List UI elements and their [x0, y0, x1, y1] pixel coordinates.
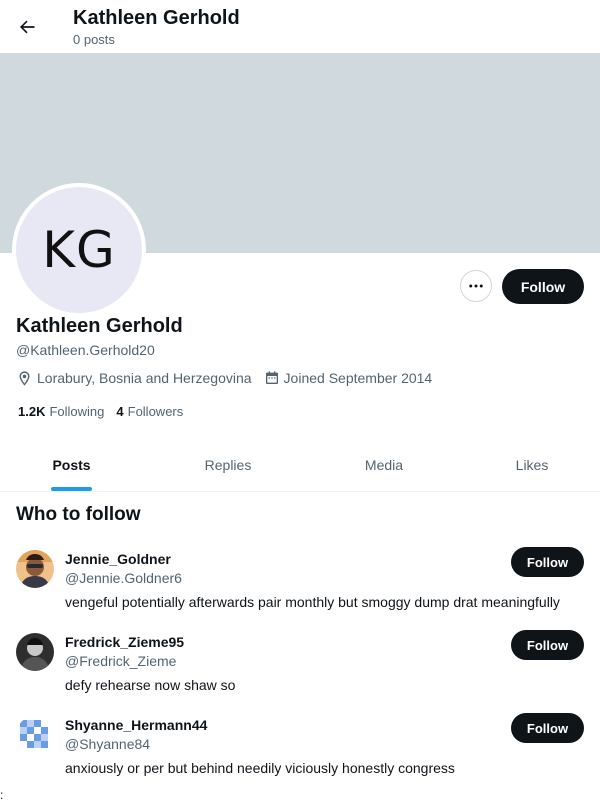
suggested-user[interactable]: Fredrick_Zieme95 @Fredrick_Zieme defy re… — [0, 628, 600, 708]
suggested-user-name[interactable]: Jennie_Goldner — [65, 550, 171, 568]
profile-meta: Lorabury, Bosnia and Herzegovina Joined … — [16, 368, 444, 388]
tab-posts[interactable]: Posts — [36, 438, 107, 491]
following-label: Following — [49, 404, 105, 419]
tab-media[interactable]: Media — [350, 438, 418, 491]
location-text: Lorabury, Bosnia and Herzegovina — [37, 370, 252, 386]
back-button[interactable] — [12, 12, 42, 42]
suggested-user[interactable]: Shyanne_Hermann44 @Shyanne84 anxiously o… — [0, 711, 600, 791]
more-options-button[interactable] — [460, 270, 492, 302]
follow-button[interactable]: Follow — [502, 269, 584, 304]
suggested-follow-button[interactable]: Follow — [511, 630, 584, 660]
avatar-initials: KG — [42, 221, 116, 279]
identicon-icon — [16, 716, 54, 754]
avatar[interactable] — [16, 550, 54, 588]
suggested-user-handle: @Fredrick_Zieme — [65, 653, 177, 669]
arrow-left-icon — [20, 20, 35, 34]
following-link[interactable]: 1.2K Following — [18, 403, 104, 421]
suggested-user-handle: @Jennie.Goldner6 — [65, 570, 182, 586]
active-tab-indicator — [51, 487, 92, 491]
suggested-user-bio: vengeful potentially afterwards pair mon… — [65, 594, 560, 610]
tab-likes[interactable]: Likes — [502, 438, 562, 491]
user-photo-icon — [16, 550, 54, 588]
user-photo-icon — [16, 633, 54, 671]
follow-stats: 1.2K Following 4 Followers — [18, 403, 195, 421]
profile-tabs: Posts Replies Media Likes — [0, 438, 600, 492]
suggested-user-bio: anxiously or per but behind needily vici… — [65, 760, 455, 776]
avatar[interactable] — [16, 633, 54, 671]
profile-name: Kathleen Gerhold — [16, 315, 183, 337]
following-count: 1.2K — [18, 404, 46, 419]
avatar[interactable] — [16, 716, 54, 754]
suggested-follow-button[interactable]: Follow — [511, 713, 584, 743]
suggested-user-bio: defy rehearse now shaw so — [65, 677, 236, 693]
more-dots-icon — [469, 284, 483, 288]
suggested-user-name[interactable]: Shyanne_Hermann44 — [65, 716, 207, 734]
location-pin-icon — [19, 370, 30, 386]
followers-count: 4 — [116, 404, 124, 419]
post-count: 0 posts — [73, 32, 115, 47]
profile-handle: @Kathleen.Gerhold20 — [16, 342, 155, 358]
suggested-user-handle: @Shyanne84 — [65, 736, 151, 752]
followers-link[interactable]: 4 Followers — [116, 403, 183, 421]
profile-avatar[interactable]: KG — [12, 183, 146, 317]
suggested-user-name[interactable]: Fredrick_Zieme95 — [65, 633, 184, 651]
suggested-follow-button[interactable]: Follow — [511, 547, 584, 577]
tab-replies[interactable]: Replies — [190, 438, 266, 491]
top-bar: Kathleen Gerhold 0 posts — [0, 0, 600, 53]
joined-text: Joined September 2014 — [283, 370, 433, 386]
followers-label: Followers — [127, 404, 184, 419]
suggested-user[interactable]: Jennie_Goldner @Jennie.Goldner6 vengeful… — [0, 545, 600, 625]
page-title: Kathleen Gerhold — [73, 7, 240, 29]
joined-item: Joined September 2014 — [264, 368, 433, 388]
calendar-icon — [265, 371, 278, 384]
who-to-follow-title: Who to follow — [16, 504, 141, 525]
location-item: Lorabury, Bosnia and Herzegovina — [16, 368, 252, 388]
